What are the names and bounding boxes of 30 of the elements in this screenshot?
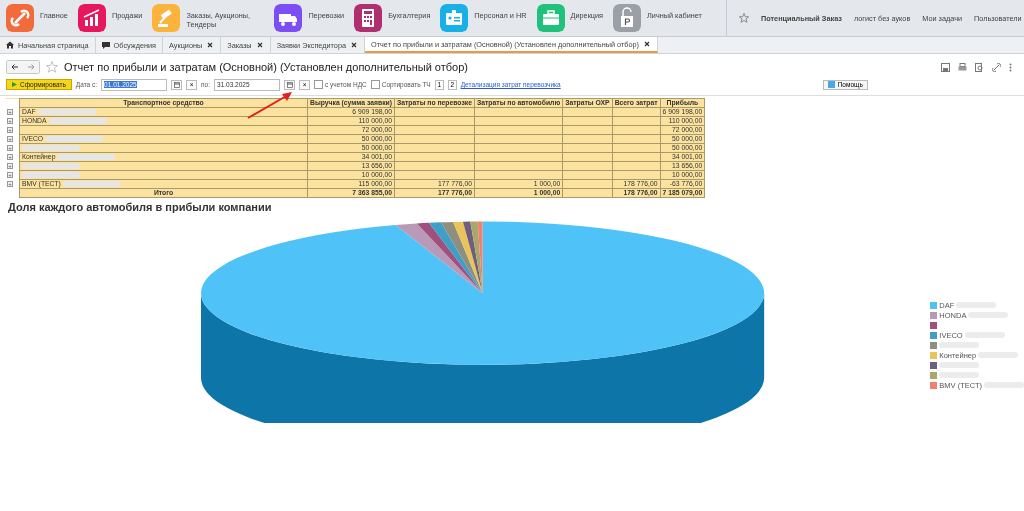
- back-button[interactable]: [7, 61, 23, 73]
- calendar-button[interactable]: [284, 79, 296, 90]
- calendar-button[interactable]: [171, 79, 183, 90]
- home-icon: [6, 41, 14, 49]
- report-title: Отчет по прибыли и затратам (Основной) (Установлен дополнительный отбор): [64, 61, 469, 73]
- save-icon[interactable]: [941, 62, 950, 72]
- star-icon[interactable]: [46, 61, 58, 73]
- lock-icon[interactable]: [613, 4, 642, 32]
- close-icon[interactable]: [255, 41, 264, 49]
- chat-icon: [101, 41, 110, 49]
- truck-icon[interactable]: [274, 4, 303, 32]
- chart-icon[interactable]: [77, 4, 106, 32]
- preview-icon[interactable]: [975, 62, 984, 72]
- right-arrow-icon: [27, 63, 35, 71]
- close-icon[interactable]: [350, 41, 358, 49]
- close-icon[interactable]: [206, 41, 215, 49]
- arrow-annotation: [246, 90, 294, 120]
- calculator-icon[interactable]: [354, 4, 383, 32]
- checkbox[interactable]: [370, 80, 380, 89]
- briefcase-icon[interactable]: [536, 4, 565, 32]
- left-arrow-icon: [11, 63, 19, 71]
- play-icon: [12, 82, 17, 87]
- print-icon[interactable]: [958, 62, 967, 72]
- close-icon[interactable]: [643, 40, 651, 48]
- badge-icon[interactable]: [440, 4, 469, 32]
- more-icon[interactable]: [1009, 62, 1012, 72]
- chart-title: Доля каждого автомобиля в прибыли компании: [8, 201, 273, 213]
- checkbox[interactable]: [314, 80, 324, 89]
- star-icon[interactable]: [739, 13, 749, 23]
- link-icon[interactable]: [992, 62, 1001, 72]
